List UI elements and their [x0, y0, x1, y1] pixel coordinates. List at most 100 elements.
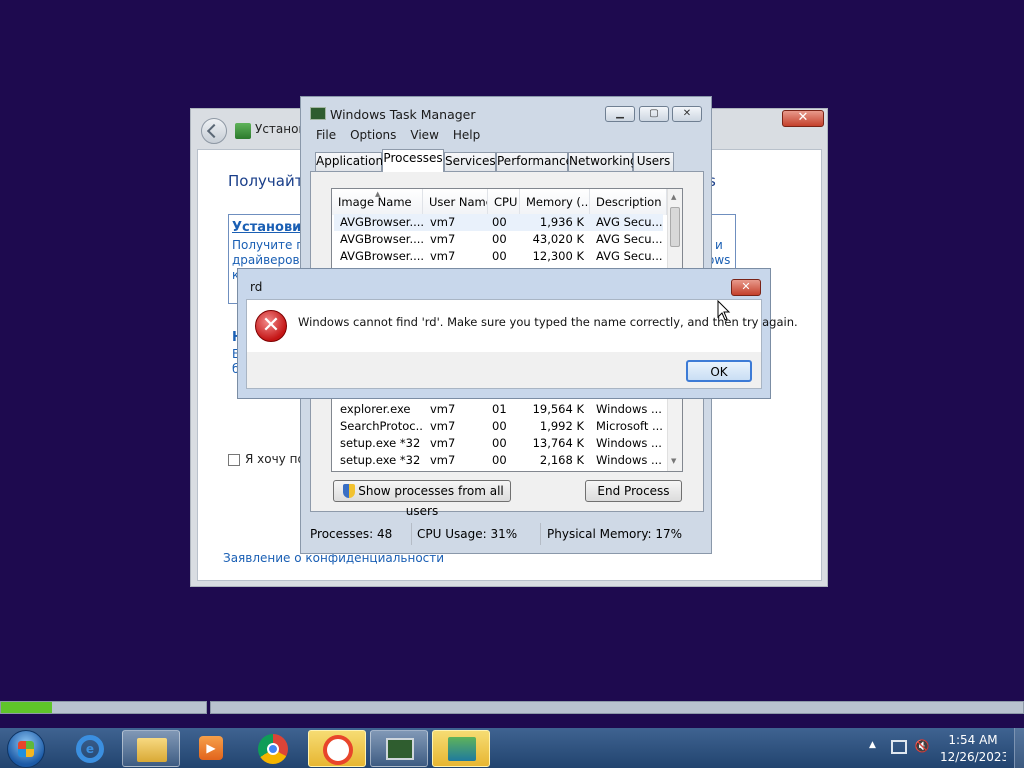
error-dialog: rd ✕ ✕ Windows cannot find 'rd'. Make su… — [237, 268, 798, 399]
column-description[interactable]: Description — [590, 189, 667, 215]
tab-networking[interactable]: Networking — [568, 152, 638, 171]
menu-bar: File Options View Help — [316, 128, 494, 142]
taskbar-avg-browser[interactable] — [308, 730, 366, 767]
cell-memory: 1,992 K — [539, 419, 584, 433]
cell-description: AVG Secu... — [596, 215, 662, 229]
cell-cpu: 00 — [492, 436, 507, 450]
windows-logo-icon — [18, 741, 34, 757]
cell-cpu: 00 — [492, 249, 507, 263]
taskbar-setup[interactable] — [432, 730, 490, 767]
table-row[interactable]: setup.exe *32 vm7 00 13,764 K Windows ... — [334, 435, 663, 452]
show-all-processes-button[interactable]: Show processes from all users — [333, 480, 511, 518]
avg-browser-icon — [323, 735, 353, 765]
minimize-button[interactable]: ▁ — [605, 106, 635, 122]
menu-view[interactable]: View — [410, 128, 438, 142]
cell-memory: 13,764 K — [532, 436, 584, 450]
table-row[interactable]: AVGBrowser.... vm7 00 43,020 K AVG Secu... — [334, 231, 663, 248]
show-desktop-button[interactable] — [1014, 728, 1024, 768]
menu-options[interactable]: Options — [350, 128, 396, 142]
cell-user-name: vm7 — [430, 215, 456, 229]
scroll-down-icon[interactable]: ▼ — [671, 457, 676, 465]
setup-close-button[interactable]: ✕ — [782, 110, 824, 127]
cell-description: AVG Secu... — [596, 249, 662, 263]
cell-image-name: AVGBrowser.... — [340, 232, 424, 246]
cell-image-name: AVGBrowser.... — [340, 215, 424, 229]
cell-description: Windows ... — [596, 402, 662, 416]
back-button[interactable] — [201, 118, 227, 144]
cell-memory: 19,564 K — [532, 402, 584, 416]
network-icon[interactable] — [891, 740, 907, 754]
cell-memory: 12,300 K — [532, 249, 584, 263]
status-physical-memory: Physical Memory: 17% — [547, 527, 683, 541]
mouse-cursor-icon — [717, 300, 731, 321]
cell-description: Windows ... — [596, 453, 662, 467]
setup-app-icon — [235, 123, 251, 139]
menu-help[interactable]: Help — [453, 128, 480, 142]
clock-date[interactable]: 12/26/2023 — [940, 750, 1006, 764]
cell-image-name: explorer.exe — [340, 402, 411, 416]
cell-image-name: SearchProtoc... — [340, 419, 424, 433]
cell-user-name: vm7 — [430, 436, 456, 450]
cell-user-name: vm7 — [430, 249, 456, 263]
cell-user-name: vm7 — [430, 419, 456, 433]
install-progress-bar — [0, 701, 207, 714]
dialog-close-button[interactable]: ✕ — [731, 279, 761, 296]
cell-cpu: 00 — [492, 232, 507, 246]
error-icon: ✕ — [255, 310, 287, 342]
scroll-up-icon[interactable]: ▲ — [671, 193, 676, 201]
table-row[interactable]: SearchProtoc... vm7 00 1,992 K Microsoft ... — [334, 418, 663, 435]
taskbar-file-explorer[interactable] — [122, 730, 180, 767]
table-row[interactable]: setup.exe *32 vm7 00 2,168 K Windows ... — [334, 452, 663, 469]
task-manager-title: Windows Task Manager — [330, 107, 476, 122]
scroll-thumb[interactable] — [670, 207, 680, 247]
column-user-name[interactable]: User Name — [423, 189, 488, 215]
cell-cpu: 00 — [492, 453, 507, 467]
task-manager-close-button[interactable]: ✕ — [672, 106, 702, 122]
taskbar-internet-explorer[interactable]: e — [62, 730, 120, 767]
table-row[interactable]: explorer.exe vm7 01 19,564 K Windows ... — [334, 401, 663, 418]
cell-cpu: 01 — [492, 402, 507, 416]
table-row[interactable]: AVGBrowser.... vm7 00 12,300 K AVG Secu... — [334, 248, 663, 265]
taskbar-chrome[interactable] — [244, 730, 302, 767]
menu-file[interactable]: File — [316, 128, 336, 142]
help-checkbox[interactable] — [228, 454, 240, 466]
cell-description: Windows ... — [596, 436, 662, 450]
end-process-button[interactable]: End Process — [585, 480, 682, 502]
ok-button[interactable]: OK — [686, 360, 752, 382]
cell-cpu: 00 — [492, 419, 507, 433]
setup-title: Установ — [255, 122, 306, 136]
tab-applications[interactable]: Applications — [315, 152, 389, 171]
column-cpu[interactable]: CPU — [488, 189, 520, 215]
taskbar-task-manager[interactable] — [370, 730, 428, 767]
status-cpu-usage: CPU Usage: 31% — [417, 523, 541, 545]
setup-taskbar-icon — [448, 737, 476, 761]
cell-user-name: vm7 — [430, 453, 456, 467]
column-memory[interactable]: Memory (... — [520, 189, 590, 215]
show-hidden-icons-button[interactable]: ▲ — [869, 740, 876, 750]
start-button[interactable] — [7, 730, 45, 768]
dialog-body — [246, 299, 762, 389]
cell-image-name: setup.exe *32 — [340, 436, 421, 450]
media-player-icon: ▶ — [199, 736, 223, 760]
tab-performance[interactable]: Performance — [496, 152, 573, 171]
tab-services[interactable]: Services — [444, 152, 496, 171]
maximize-button[interactable]: ▢ — [639, 106, 669, 122]
cell-memory: 43,020 K — [532, 232, 584, 246]
clock-time[interactable]: 1:54 AM — [940, 733, 1006, 747]
cell-cpu: 00 — [492, 215, 507, 229]
cell-image-name: setup.exe *32 — [340, 453, 421, 467]
sort-arrow-icon: ▲ — [375, 190, 381, 198]
cell-image-name: AVGBrowser.... — [340, 249, 424, 263]
cell-memory: 1,936 K — [539, 215, 584, 229]
task-manager-taskbar-icon — [386, 738, 414, 760]
tab-users[interactable]: Users — [633, 152, 674, 171]
volume-muted-icon[interactable]: 🔇 — [913, 739, 931, 753]
progress-fill — [1, 702, 52, 713]
setup-option1-right1: и — [715, 238, 723, 252]
chrome-icon — [258, 734, 288, 764]
table-row[interactable]: AVGBrowser.... vm7 00 1,936 K AVG Secu... — [334, 214, 663, 231]
tab-processes[interactable]: Processes — [382, 149, 444, 172]
internet-explorer-icon: e — [76, 735, 104, 763]
cell-memory: 2,168 K — [539, 453, 584, 467]
taskbar-media-player[interactable]: ▶ — [182, 730, 240, 767]
